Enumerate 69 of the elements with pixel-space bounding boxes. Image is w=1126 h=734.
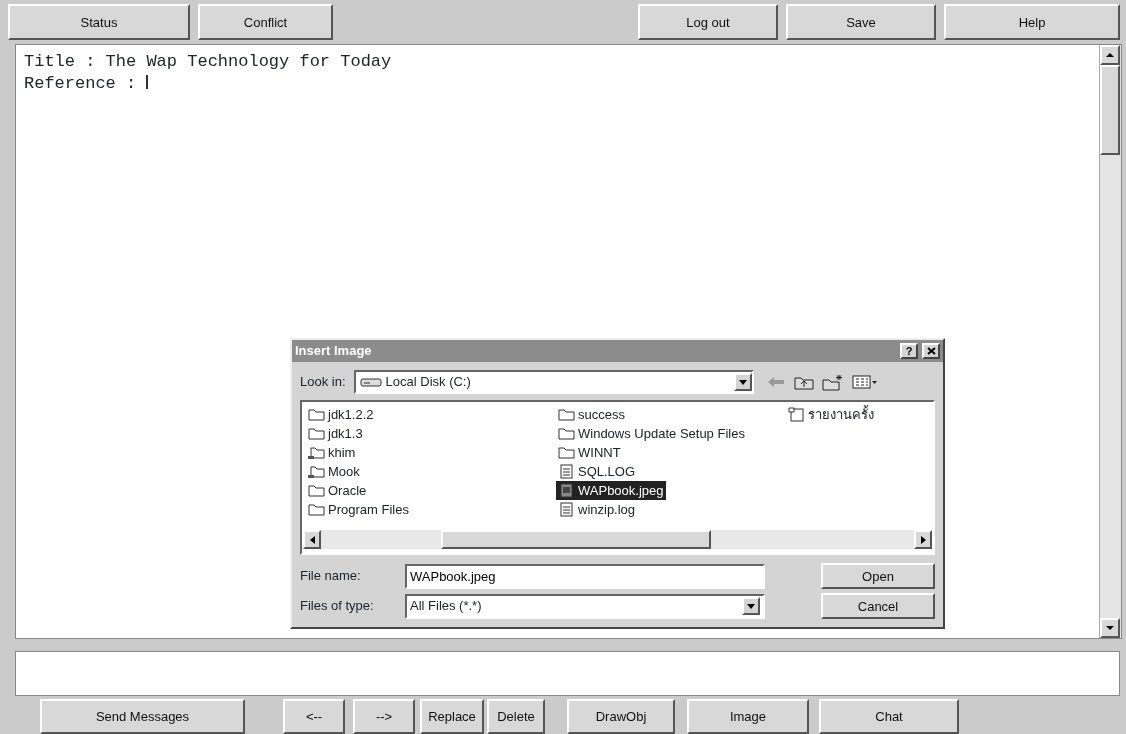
open-button[interactable]: Open — [821, 563, 935, 589]
file-item[interactable]: jdk1.3 — [306, 423, 365, 444]
image-file-icon — [558, 483, 575, 498]
file-item[interactable]: Oracle — [306, 480, 369, 501]
close-icon — [926, 347, 936, 355]
toolbar-button[interactable]: Status — [8, 4, 190, 40]
file-type-dropdown[interactable]: All Files (*.*) — [405, 593, 765, 619]
scroll-right-icon[interactable] — [920, 535, 926, 544]
file-type-label: Files of type: — [300, 597, 375, 616]
vertical-scrollbar[interactable] — [1099, 45, 1121, 638]
file-item[interactable]: SQL.LOG — [556, 461, 638, 482]
file-item[interactable]: Mook — [306, 461, 362, 482]
folder-icon — [308, 426, 325, 441]
toolbar-button[interactable]: Conflict — [198, 4, 333, 40]
file-item[interactable]: khim — [306, 442, 358, 463]
toolbar-button[interactable]: Log out — [638, 4, 778, 40]
editor-line: Title : The Wap Technology for Today — [24, 52, 392, 71]
drive-icon — [359, 377, 382, 387]
view-menu-icon[interactable] — [851, 375, 878, 389]
horizontal-scrollbar[interactable] — [303, 530, 932, 549]
up-folder-icon[interactable] — [793, 374, 814, 390]
message-input[interactable] — [15, 651, 1120, 696]
folder-icon — [308, 483, 325, 498]
document-icon — [788, 407, 805, 422]
file-item[interactable]: success — [556, 404, 627, 425]
file-item[interactable]: jdk1.2.2 — [306, 404, 376, 425]
toolbar-button[interactable]: Save — [786, 4, 936, 40]
folder-icon — [308, 407, 325, 422]
file-item[interactable]: WINNT — [556, 442, 623, 463]
caret-icon — [747, 603, 755, 609]
help-button[interactable]: ? — [900, 343, 918, 359]
scroll-thumb[interactable] — [1100, 65, 1120, 155]
shared-folder-icon — [308, 445, 325, 460]
dialog-title: Insert Image — [295, 342, 372, 361]
toolbar-button[interactable]: --> — [353, 699, 415, 734]
toolbar-button[interactable]: Image — [687, 699, 809, 734]
file-item[interactable]: winzip.log — [556, 499, 638, 520]
toolbar-button[interactable]: Help — [944, 4, 1120, 40]
file-name-field[interactable]: WAPbook.jpeg — [405, 563, 765, 589]
scroll-thumb[interactable] — [441, 530, 711, 549]
text-file-icon — [558, 464, 575, 479]
cancel-button[interactable]: Cancel — [821, 593, 935, 619]
shared-folder-icon — [308, 464, 325, 479]
scroll-down-icon[interactable] — [1105, 625, 1115, 631]
file-item[interactable]: WAPbook.jpeg — [556, 480, 666, 501]
toolbar-button[interactable]: Send Messages — [40, 699, 245, 734]
file-name-label: File name: — [300, 567, 362, 586]
text-cursor — [146, 75, 149, 89]
scroll-left-icon[interactable] — [309, 535, 315, 544]
folder-icon — [558, 407, 575, 422]
close-button[interactable] — [922, 343, 940, 359]
file-item[interactable]: รายงานครั้ง — [786, 404, 876, 425]
file-item[interactable]: Windows Update Setup Files — [556, 423, 747, 444]
look-in-label: Look in: — [300, 373, 346, 392]
caret-icon — [738, 379, 747, 385]
file-item[interactable]: Program Files — [306, 499, 411, 520]
toolbar-button[interactable]: DrawObj — [567, 699, 675, 734]
toolbar-button[interactable]: Replace — [420, 699, 484, 734]
new-folder-icon[interactable] — [821, 373, 844, 391]
folder-icon — [308, 502, 325, 517]
editor-line: Reference : — [24, 74, 138, 93]
toolbar-button[interactable]: <-- — [283, 699, 345, 734]
look-in-dropdown[interactable]: Local Disk (C:) — [353, 370, 754, 394]
folder-icon — [558, 426, 575, 441]
toolbar-button[interactable]: Chat — [819, 699, 959, 734]
scroll-up-icon[interactable] — [1105, 52, 1115, 58]
folder-icon — [558, 445, 575, 460]
toolbar-button[interactable]: Delete — [487, 699, 545, 734]
text-file-icon — [558, 502, 575, 517]
